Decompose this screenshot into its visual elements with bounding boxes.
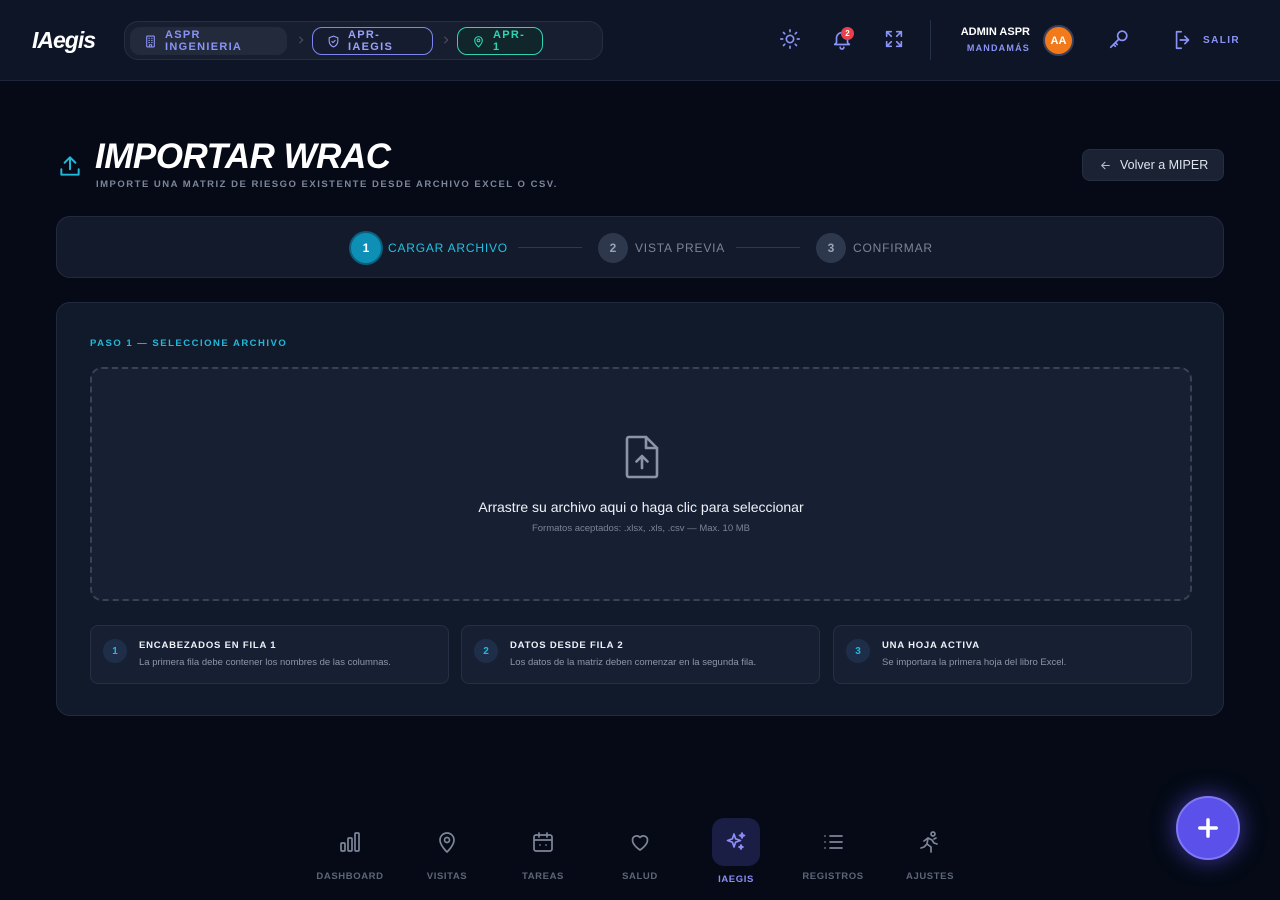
fullscreen-icon[interactable]	[883, 28, 905, 50]
info-card-description: La primera fila debe contener los nombre…	[139, 657, 391, 668]
info-card: 3 UNA HOJA ACTIVA Se importara la primer…	[833, 625, 1192, 684]
file-upload-icon	[623, 435, 661, 479]
breadcrumb-site[interactable]: APR-1	[457, 27, 543, 55]
sparkles-icon	[712, 818, 760, 866]
nav-item-ajustes[interactable]: AJUSTES	[885, 818, 975, 888]
user-name: ADMIN ASPR	[960, 26, 1030, 38]
info-card-description: Se importara la primera hoja del libro E…	[882, 657, 1067, 668]
nav-label: DASHBOARD	[316, 871, 384, 882]
info-card-title: ENCABEZADOS EN FILA 1	[139, 640, 277, 651]
plus-icon	[1194, 814, 1222, 842]
info-card-title: UNA HOJA ACTIVA	[882, 640, 980, 651]
step-connector	[518, 247, 582, 248]
person-running-icon	[906, 818, 954, 866]
step-2-label[interactable]: VISTA PREVIA	[635, 241, 725, 255]
list-icon	[809, 818, 857, 866]
logout-icon[interactable]	[1172, 29, 1194, 51]
back-to-miper-button[interactable]: Volver a MIPER	[1082, 149, 1224, 181]
nav-label: SALUD	[622, 871, 658, 882]
step-heading: PASO 1 — SELECCIONE ARCHIVO	[90, 338, 288, 349]
info-card-number: 2	[474, 639, 498, 663]
breadcrumb-project[interactable]: APR-IAEGIS	[312, 27, 433, 55]
step-1-number[interactable]: 1	[351, 233, 381, 263]
arrow-left-icon	[1099, 159, 1112, 172]
location-pin-icon	[423, 818, 471, 866]
chevron-right-icon	[441, 35, 451, 45]
nav-label: IAEGIS	[718, 874, 754, 885]
import-stepper: 1 CARGAR ARCHIVO 2 VISTA PREVIA 3 CONFIR…	[56, 216, 1224, 278]
breadcrumb-label: ASPR INGENIERIA	[165, 29, 243, 53]
page-title: IMPORTAR WRAC	[95, 137, 391, 176]
nav-label: VISITAS	[426, 871, 468, 882]
upload-icon	[57, 153, 83, 179]
divider	[930, 20, 931, 60]
nav-item-salud[interactable]: SALUD	[595, 818, 685, 888]
breadcrumb-label: APR-IAEGIS	[348, 29, 394, 53]
user-role: MANDAMÁS	[966, 43, 1030, 53]
breadcrumb: ASPR INGENIERIA APR-IAEGIS APR-1	[124, 21, 603, 60]
info-card-number: 1	[103, 639, 127, 663]
top-bar: IAegis ASPR INGENIERIA APR-IAEGIS APR-1	[0, 0, 1280, 81]
bar-chart-icon	[326, 818, 374, 866]
building-icon	[144, 35, 157, 48]
chevron-right-icon	[296, 35, 306, 45]
notification-badge: 2	[841, 27, 854, 40]
file-dropzone[interactable]: Arrastre su archivo aqui o haga clic par…	[90, 367, 1192, 601]
nav-label: AJUSTES	[905, 871, 955, 882]
shield-icon	[327, 35, 340, 48]
location-pin-icon	[472, 35, 485, 48]
sun-icon[interactable]	[779, 28, 801, 50]
calendar-icon	[519, 818, 567, 866]
nav-item-visitas[interactable]: VISITAS	[402, 818, 492, 888]
avatar[interactable]: AA	[1043, 25, 1074, 56]
app-logo[interactable]: IAegis	[32, 27, 96, 54]
dropzone-instruction: Arrastre su archivo aqui o haga clic par…	[478, 499, 804, 515]
breadcrumb-company[interactable]: ASPR INGENIERIA	[130, 27, 287, 55]
nav-item-tareas[interactable]: TAREAS	[498, 818, 588, 888]
step-2-number[interactable]: 2	[598, 233, 628, 263]
info-card-title: DATOS DESDE FILA 2	[510, 640, 624, 651]
nav-item-dashboard[interactable]: DASHBOARD	[305, 818, 395, 888]
upload-panel: PASO 1 — SELECCIONE ARCHIVO Arrastre su …	[56, 302, 1224, 716]
breadcrumb-label: APR-1	[493, 29, 526, 53]
dropzone-formats: Formatos aceptados: .xlsx, .xls, .csv — …	[531, 523, 751, 534]
nav-label: TAREAS	[522, 871, 564, 882]
key-icon[interactable]	[1108, 28, 1130, 50]
nav-item-registros[interactable]: REGISTROS	[788, 818, 878, 888]
nav-label: REGISTROS	[802, 871, 864, 882]
info-card-number: 3	[846, 639, 870, 663]
info-card-description: Los datos de la matriz deben comenzar en…	[510, 657, 757, 668]
page-subtitle: IMPORTE UNA MATRIZ DE RIESGO EXISTENTE D…	[96, 179, 558, 190]
info-card: 2 DATOS DESDE FILA 2 Los datos de la mat…	[461, 625, 820, 684]
step-3-number[interactable]: 3	[816, 233, 846, 263]
nav-item-iaegis[interactable]: IAEGIS	[691, 818, 781, 888]
step-3-label[interactable]: CONFIRMAR	[853, 241, 933, 255]
back-button-label: Volver a MIPER	[1120, 158, 1209, 172]
logout-button[interactable]: SALIR	[1203, 35, 1240, 46]
step-1-label[interactable]: CARGAR ARCHIVO	[388, 241, 508, 255]
heart-icon	[616, 818, 664, 866]
step-connector	[736, 247, 800, 248]
add-button[interactable]	[1176, 796, 1240, 860]
info-card: 1 ENCABEZADOS EN FILA 1 La primera fila …	[90, 625, 449, 684]
